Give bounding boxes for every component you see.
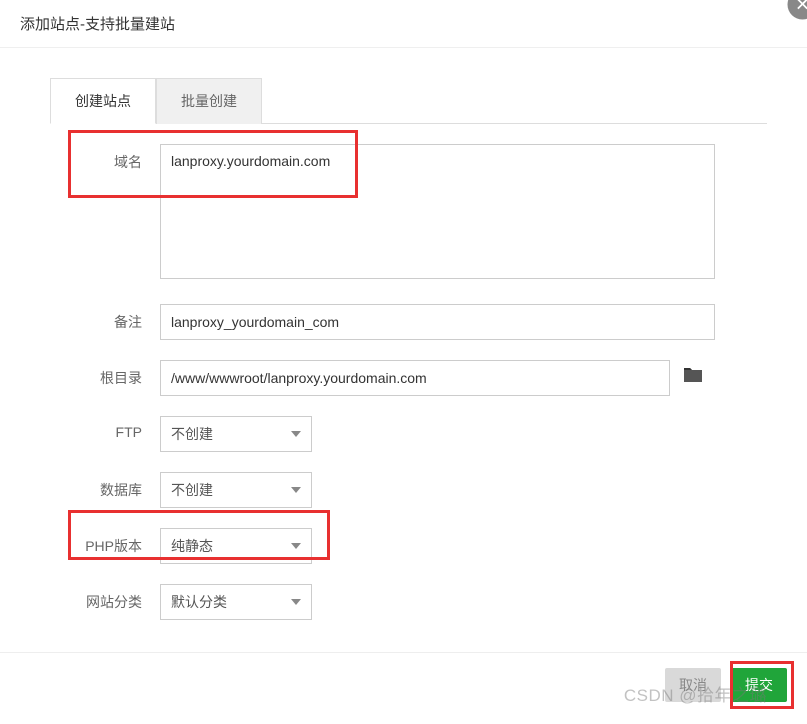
category-select[interactable]: 默认分类	[160, 584, 312, 620]
domain-textarea[interactable]: lanproxy.yourdomain.com	[160, 144, 715, 279]
modal-title: 添加站点-支持批量建站	[20, 13, 175, 34]
submit-button[interactable]: 提交	[731, 668, 787, 702]
ftp-select-value: 不创建	[171, 424, 213, 444]
ftp-select[interactable]: 不创建	[160, 416, 312, 452]
chevron-down-icon	[291, 543, 301, 549]
chevron-down-icon	[291, 431, 301, 437]
db-select[interactable]: 不创建	[160, 472, 312, 508]
folder-icon[interactable]	[682, 366, 704, 389]
row-root: 根目录	[50, 360, 767, 396]
php-select-value: 纯静态	[171, 536, 213, 556]
close-icon: ✕	[795, 0, 807, 15]
label-php: PHP版本	[50, 528, 160, 556]
row-ftp: FTP 不创建	[50, 416, 767, 452]
close-button[interactable]: ✕	[788, 0, 807, 20]
chevron-down-icon	[291, 599, 301, 605]
db-select-value: 不创建	[171, 480, 213, 500]
modal-header: 添加站点-支持批量建站 ✕	[0, 0, 807, 48]
row-category: 网站分类 默认分类	[50, 584, 767, 620]
row-domain: 域名 lanproxy.yourdomain.com	[50, 144, 767, 284]
category-select-value: 默认分类	[171, 592, 227, 612]
modal-footer: 取消 提交	[0, 652, 807, 724]
label-ftp: FTP	[50, 416, 160, 440]
label-domain: 域名	[50, 144, 160, 172]
label-root: 根目录	[50, 360, 160, 388]
tab-batch-create[interactable]: 批量创建	[156, 78, 262, 124]
php-select[interactable]: 纯静态	[160, 528, 312, 564]
label-remark: 备注	[50, 304, 160, 332]
tab-bar: 创建站点 批量创建	[50, 78, 767, 124]
add-site-modal: 添加站点-支持批量建站 ✕ 创建站点 批量创建 域名 lanproxy.your…	[0, 0, 807, 724]
row-php: PHP版本 纯静态	[50, 528, 767, 564]
row-db: 数据库 不创建	[50, 472, 767, 508]
root-input[interactable]	[160, 360, 670, 396]
site-form: 域名 lanproxy.yourdomain.com 备注 根目录	[50, 124, 767, 620]
remark-input[interactable]	[160, 304, 715, 340]
modal-body: 创建站点 批量创建 域名 lanproxy.yourdomain.com 备注 …	[0, 48, 807, 660]
cancel-button[interactable]: 取消	[665, 668, 721, 702]
label-category: 网站分类	[50, 584, 160, 612]
tab-create-site[interactable]: 创建站点	[50, 78, 156, 124]
chevron-down-icon	[291, 487, 301, 493]
label-db: 数据库	[50, 472, 160, 500]
row-remark: 备注	[50, 304, 767, 340]
